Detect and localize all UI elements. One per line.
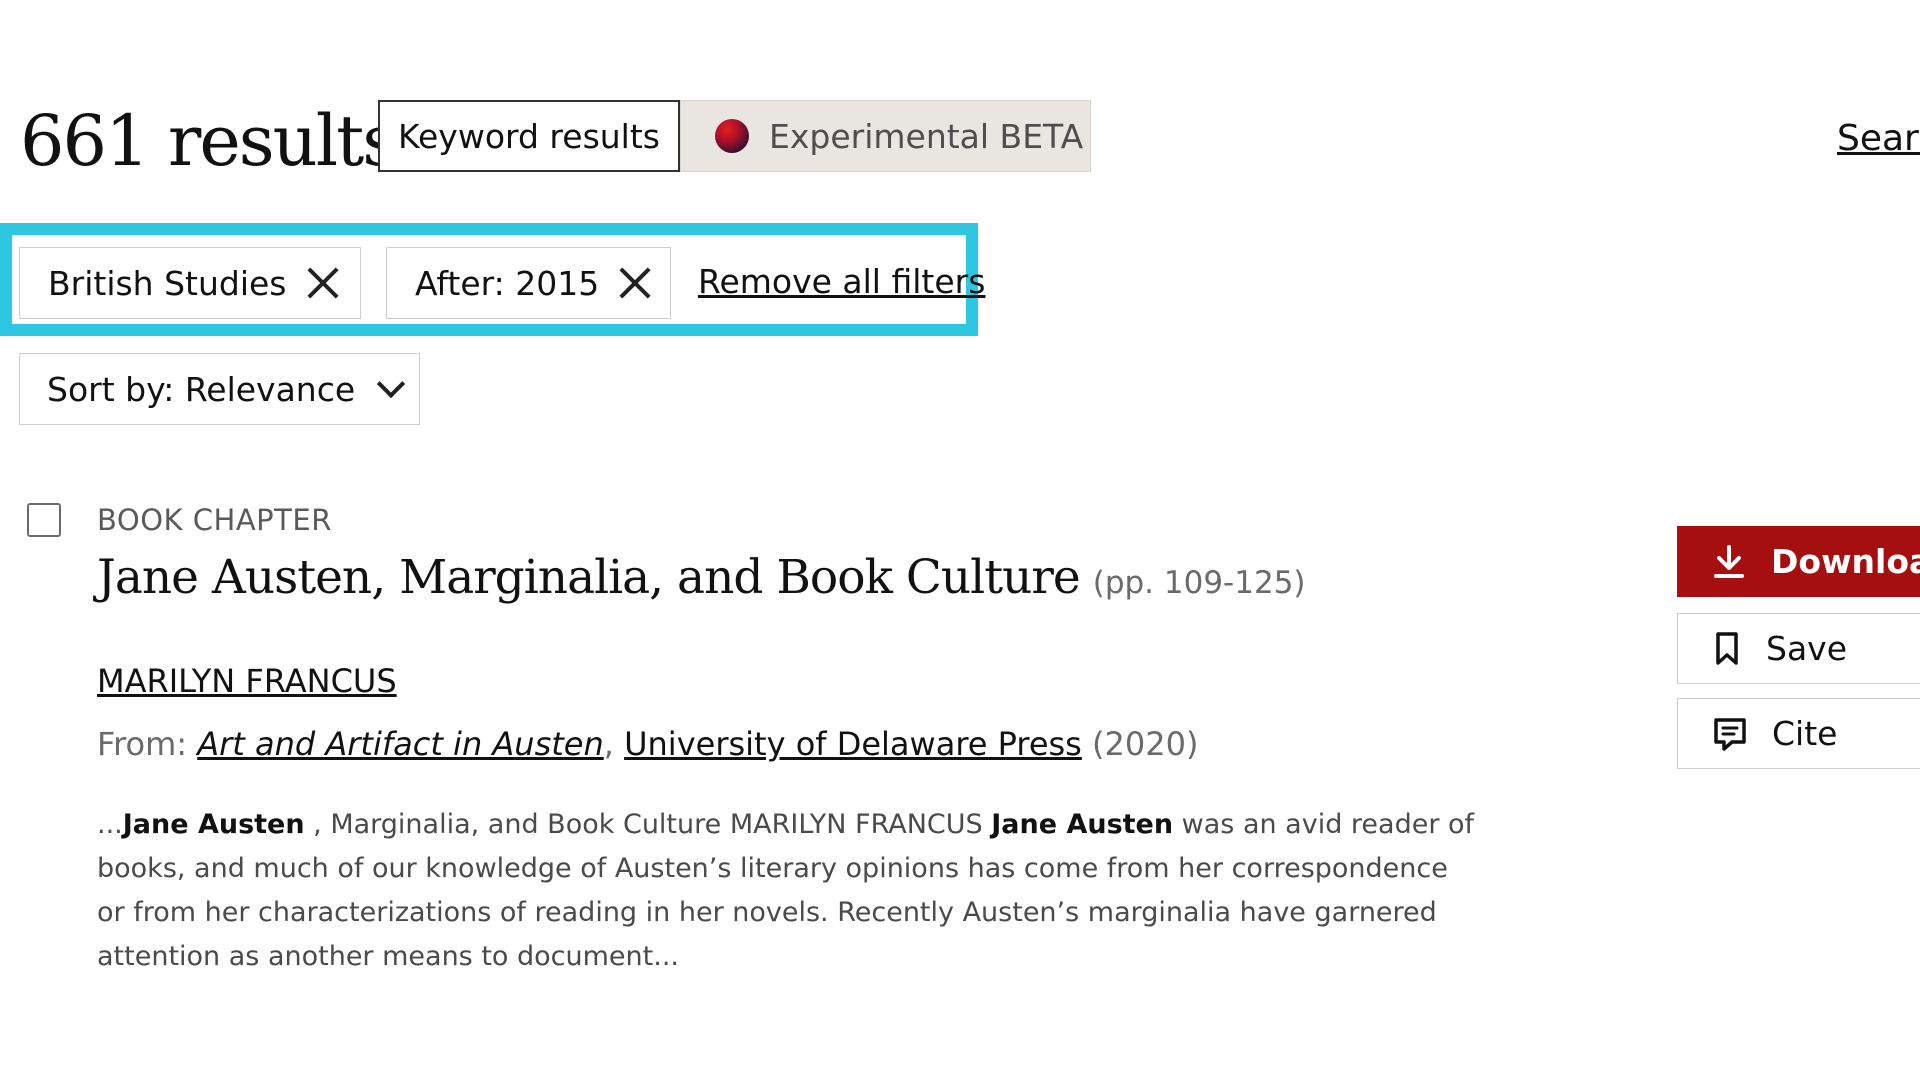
publisher-link[interactable]: University of Delaware Press (624, 725, 1082, 763)
download-icon (1714, 544, 1744, 578)
cite-label: Cite (1772, 714, 1838, 753)
snippet-highlight: Jane Austen (991, 809, 1174, 840)
book-link[interactable]: Art and Artifact in Austen (197, 725, 604, 763)
filter-chip-label: After: 2015 (415, 263, 600, 303)
content-type-label: BOOK CHAPTER (97, 503, 332, 537)
source-line: From: Art and Artifact in Austen, Univer… (97, 725, 1198, 763)
close-icon[interactable] (619, 267, 651, 299)
save-button[interactable]: Save (1677, 613, 1920, 684)
filter-chip-british-studies[interactable]: British Studies (19, 247, 361, 319)
result-snippet: ...Jane Austen , Marginalia, and Book Cu… (97, 803, 1477, 979)
sort-label: Sort by: Relevance (47, 369, 356, 409)
cite-button[interactable]: Cite (1677, 698, 1920, 769)
snippet-text: ... (97, 809, 123, 840)
author-link[interactable]: MARILYN FRANCUS (97, 662, 397, 700)
results-count: 661 results (20, 100, 398, 182)
from-label: From: (97, 725, 188, 763)
bookmark-icon (1716, 631, 1738, 665)
search-mode-toggle: Keyword results Experimental BETA (378, 100, 1091, 172)
snippet-highlight: Jane Austen (122, 809, 305, 840)
experimental-beta-tab[interactable]: Experimental BETA (680, 100, 1091, 172)
source-separator: , (603, 725, 614, 763)
result-title-link[interactable]: Jane Austen, Marginalia, and Book Cultur… (97, 550, 1081, 605)
filter-chip-label: British Studies (48, 263, 287, 303)
chevron-down-icon (377, 369, 406, 399)
snippet-text: , Marginalia, and Book Culture MARILYN F… (304, 809, 992, 840)
filter-chip-after-2015[interactable]: After: 2015 (386, 247, 671, 319)
remove-all-filters-link[interactable]: Remove all filters (698, 262, 985, 301)
search-results-page: 661 results Keyword results Experimental… (0, 0, 1920, 1080)
keyword-results-tab[interactable]: Keyword results (378, 100, 680, 172)
keyword-results-label: Keyword results (398, 116, 660, 156)
result-pages: (pp. 109-125) (1092, 565, 1306, 601)
beta-dot-icon (715, 119, 749, 153)
publication-year: (2020) (1092, 725, 1199, 763)
close-icon[interactable] (307, 267, 339, 299)
sort-dropdown[interactable]: Sort by: Relevance (19, 353, 420, 425)
download-button[interactable]: Download (1677, 526, 1920, 597)
result-title-line: Jane Austen, Marginalia, and Book Cultur… (97, 550, 1306, 605)
search-link[interactable]: Searc (1837, 118, 1920, 159)
save-label: Save (1766, 629, 1848, 668)
checkbox-icon[interactable] (27, 503, 61, 537)
cite-icon (1714, 717, 1746, 751)
download-label: Download (1771, 542, 1920, 581)
experimental-beta-label: Experimental BETA (769, 116, 1084, 156)
